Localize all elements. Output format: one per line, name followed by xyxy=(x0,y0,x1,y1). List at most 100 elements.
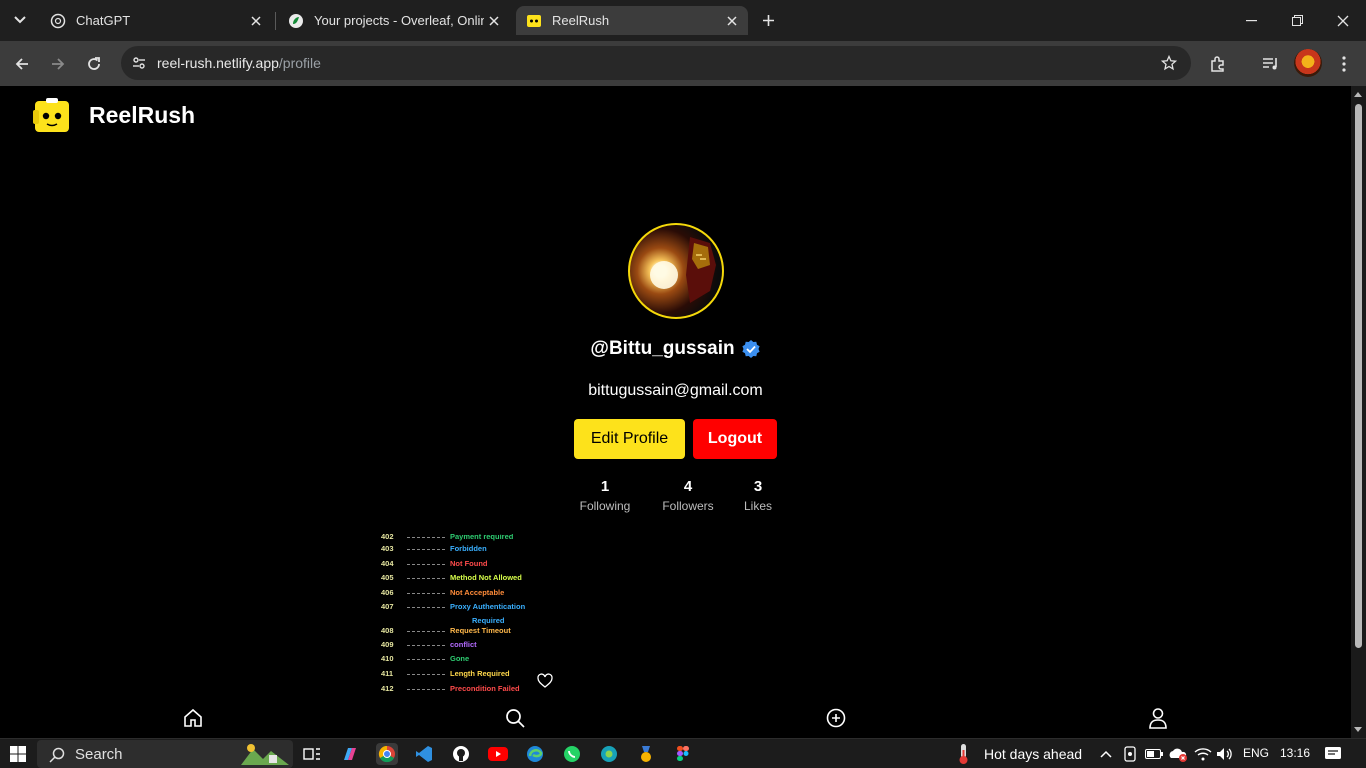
chevron-down-icon xyxy=(14,16,26,24)
minimize-button[interactable] xyxy=(1228,0,1274,41)
whatsapp-icon[interactable] xyxy=(561,743,583,765)
task-view-icon[interactable] xyxy=(301,743,323,765)
onedrive-error-icon[interactable] xyxy=(1167,743,1189,765)
video-thumbnail[interactable]: 402 Payment required 403 Forbidden 404 Not Fo… xyxy=(372,534,558,698)
search-icon[interactable] xyxy=(503,706,527,730)
close-icon[interactable] xyxy=(484,11,504,31)
media-queue-icon xyxy=(1263,58,1277,70)
tab-chatgpt[interactable]: ChatGPT xyxy=(40,6,272,35)
status-description: Request Timeout xyxy=(450,626,511,635)
status-description: Length Required xyxy=(450,669,510,678)
avatar-image xyxy=(650,237,716,303)
address-bar[interactable]: reel-rush.netlify.app/profile xyxy=(121,46,1191,80)
arrow-connector xyxy=(407,537,445,538)
tray-app-icon[interactable] xyxy=(1119,743,1141,765)
taskbar-search-box[interactable]: Search xyxy=(37,740,293,768)
puzzle-icon xyxy=(1211,56,1224,72)
wifi-icon[interactable] xyxy=(1192,743,1214,765)
tab-search-menu-button[interactable] xyxy=(8,8,32,32)
stat-label: Following xyxy=(579,499,631,513)
browser-toolbar: reel-rush.netlify.app/profile xyxy=(0,41,1366,86)
tab-overleaf[interactable]: Your projects - Overleaf, Online xyxy=(278,6,510,35)
arrow-connector xyxy=(407,564,445,565)
stat-label: Likes xyxy=(743,499,772,513)
scroll-down-icon[interactable] xyxy=(1354,727,1362,732)
reload-button[interactable] xyxy=(80,50,108,78)
email: bittugussain@gmail.com xyxy=(588,382,763,399)
scroll-up-icon[interactable] xyxy=(1354,92,1362,97)
language-indicator[interactable]: ENG xyxy=(1243,746,1269,760)
close-window-button[interactable] xyxy=(1320,0,1366,41)
arrow-connector xyxy=(407,645,445,646)
arrow-connector xyxy=(407,659,445,660)
reload-icon xyxy=(88,57,100,70)
windows-start-icon[interactable] xyxy=(7,743,29,765)
profile-icon[interactable] xyxy=(1146,706,1170,730)
browser-menu-button[interactable] xyxy=(1330,50,1358,78)
weather-thermometer-icon[interactable] xyxy=(952,743,974,765)
arrow-connector xyxy=(407,607,445,608)
volume-icon[interactable] xyxy=(1214,743,1236,765)
add-icon[interactable] xyxy=(824,706,848,730)
notifications-icon[interactable] xyxy=(1322,743,1344,765)
stat-following[interactable]: 1 Following xyxy=(575,478,635,513)
stat-value: 4 xyxy=(683,478,693,495)
figma-icon[interactable] xyxy=(672,743,694,765)
stat-likes[interactable]: 3 Likes xyxy=(733,478,783,513)
medal-app-icon[interactable] xyxy=(635,743,657,765)
close-icon[interactable] xyxy=(722,11,742,31)
tab-title: Your projects - Overleaf, Online xyxy=(314,13,484,28)
github-icon[interactable] xyxy=(450,743,472,765)
close-icon[interactable] xyxy=(246,11,266,31)
back-button[interactable] xyxy=(8,50,36,78)
arrow-connector xyxy=(407,674,445,675)
new-tab-button[interactable] xyxy=(756,8,780,32)
scrollbar-thumb[interactable] xyxy=(1355,104,1362,648)
arrow-connector xyxy=(407,689,445,690)
close-icon xyxy=(1337,15,1349,26)
restore-button[interactable] xyxy=(1274,0,1320,41)
battery-icon[interactable] xyxy=(1143,743,1165,765)
browser-tab-strip: ChatGPT Your projects - Overleaf, Online… xyxy=(0,0,1366,41)
browser-profile-avatar[interactable] xyxy=(1294,49,1322,77)
stat-label: Followers xyxy=(662,499,714,513)
edit-profile-button[interactable]: Edit Profile xyxy=(574,419,685,459)
status-code: 402 xyxy=(381,534,394,541)
youtube-icon[interactable] xyxy=(487,743,509,765)
tab-separator xyxy=(275,12,276,30)
tab-reelrush[interactable]: ReelRush xyxy=(516,6,748,35)
status-description: Method Not Allowed xyxy=(450,573,522,582)
edge-beta-icon[interactable] xyxy=(598,743,620,765)
weather-text[interactable]: Hot days ahead xyxy=(984,746,1082,762)
arrow-connector xyxy=(407,593,445,594)
arrow-connector xyxy=(407,578,445,579)
status-code-row: 404 Not Found xyxy=(372,559,558,571)
heart-icon[interactable] xyxy=(537,673,553,689)
restore-icon xyxy=(1291,15,1303,26)
media-controls-button[interactable] xyxy=(1257,50,1285,78)
vscode-icon[interactable] xyxy=(413,743,435,765)
chrome-taskbar-icon[interactable] xyxy=(376,743,398,765)
bookmark-star-icon[interactable] xyxy=(1159,53,1179,73)
status-code: 405 xyxy=(381,573,394,582)
stat-followers[interactable]: 4 Followers xyxy=(658,478,718,513)
forward-button[interactable] xyxy=(44,50,72,78)
edge-icon[interactable] xyxy=(524,743,546,765)
clock[interactable]: 13:16 xyxy=(1280,746,1310,760)
reelrush-logo[interactable] xyxy=(33,96,71,134)
page-scrollbar[interactable] xyxy=(1351,86,1366,738)
status-description: Proxy Authentication xyxy=(450,602,526,611)
status-code: 406 xyxy=(381,588,394,597)
logout-button[interactable]: Logout xyxy=(693,419,777,459)
status-code-row: 412 Precondition Failed xyxy=(372,684,558,696)
search-highlight-icon xyxy=(241,744,289,765)
extensions-button[interactable] xyxy=(1204,50,1232,78)
copilot-icon[interactable] xyxy=(339,743,361,765)
home-icon[interactable] xyxy=(181,706,205,730)
status-description: Not Found xyxy=(450,559,488,568)
site-info-icon[interactable] xyxy=(127,51,151,75)
brand-name[interactable]: ReelRush xyxy=(89,102,195,129)
tray-chevron-up-icon[interactable] xyxy=(1095,743,1117,765)
reelrush-profile-page: ReelRush @Bittu_gussain bittugussain@gma… xyxy=(0,86,1351,738)
arrow-left-icon xyxy=(15,58,28,70)
